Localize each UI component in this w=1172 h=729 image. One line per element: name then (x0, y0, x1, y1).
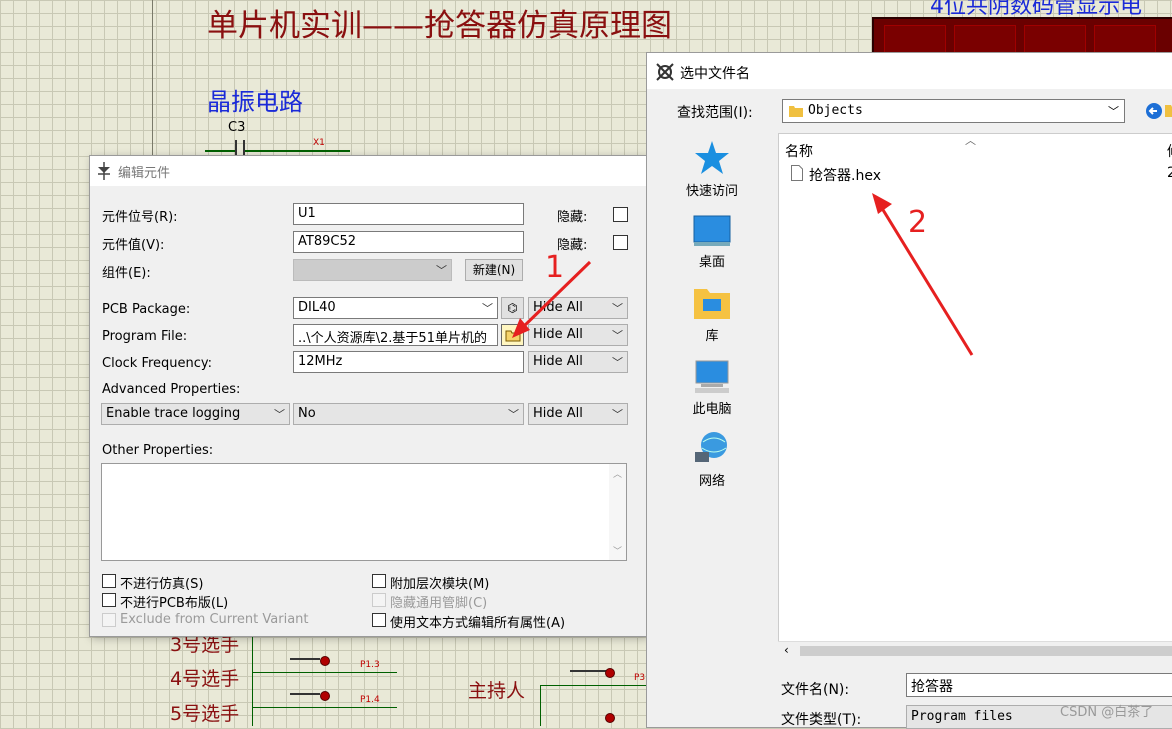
annotation-arrows (512, 193, 974, 356)
watermark: CSDN @白茶了 (1060, 705, 1154, 720)
annotation-marker-2: 2 (908, 205, 928, 240)
annotation-marker-1: 1 (545, 250, 565, 285)
